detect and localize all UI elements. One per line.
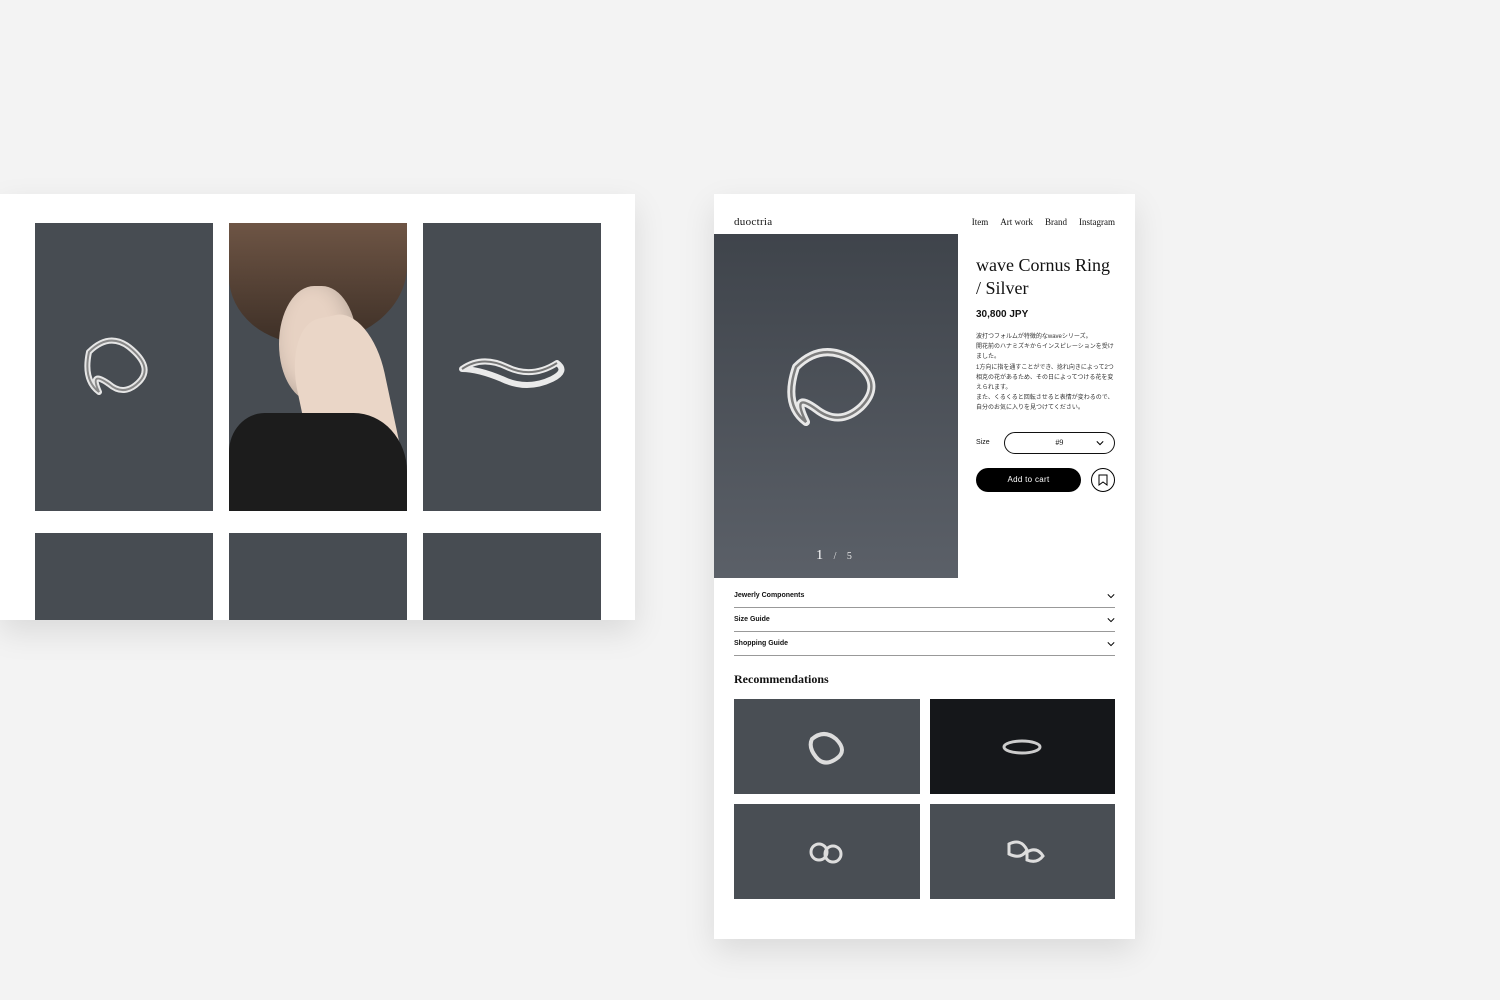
nav-instagram[interactable]: Instagram bbox=[1079, 217, 1115, 227]
ring-image bbox=[69, 322, 179, 412]
nav-artwork[interactable]: Art work bbox=[1000, 217, 1033, 227]
ring-image bbox=[997, 832, 1047, 872]
gallery-thumbnail[interactable] bbox=[35, 223, 213, 511]
chevron-down-icon bbox=[1107, 640, 1115, 648]
recommendations-section: Recommendations bbox=[714, 656, 1135, 899]
ring-image bbox=[452, 337, 572, 397]
accordion-shopping-guide[interactable]: Shopping Guide bbox=[734, 632, 1115, 656]
product-hero: 1 / 5 wave Cornus Ring / Silver 30,800 J… bbox=[714, 234, 1135, 578]
recommendation-thumbnail[interactable] bbox=[734, 804, 920, 899]
bookmark-button[interactable] bbox=[1091, 468, 1115, 492]
product-description: 波打つフォルムが特徴的なwaveシリーズ。 開花前のハナミズキからインスピレーシ… bbox=[976, 332, 1115, 414]
gallery-thumbnail[interactable] bbox=[423, 533, 601, 620]
ring-image bbox=[999, 737, 1045, 757]
chevron-down-icon bbox=[1107, 616, 1115, 624]
bookmark-icon bbox=[1098, 474, 1108, 486]
recommendations-heading: Recommendations bbox=[734, 672, 1115, 687]
ring-image bbox=[803, 832, 851, 872]
image-counter: 1 / 5 bbox=[816, 548, 856, 564]
site-header: duoctria Item Art work Brand Instagram bbox=[714, 194, 1135, 234]
recommendation-thumbnail[interactable] bbox=[930, 804, 1116, 899]
recommendation-thumbnail[interactable] bbox=[734, 699, 920, 794]
accordion-jewelry-components[interactable]: Jewerly Components bbox=[734, 584, 1115, 608]
gallery-thumbnail[interactable] bbox=[35, 533, 213, 620]
recommendation-thumbnail[interactable] bbox=[930, 699, 1116, 794]
size-value: #9 bbox=[1055, 438, 1063, 447]
gallery-thumbnail[interactable] bbox=[229, 533, 407, 620]
gallery-grid bbox=[35, 223, 600, 620]
product-price: 30,800 JPY bbox=[976, 309, 1115, 320]
size-select[interactable]: #9 bbox=[1004, 432, 1115, 454]
nav-item[interactable]: Item bbox=[972, 217, 989, 227]
accordion-size-guide[interactable]: Size Guide bbox=[734, 608, 1115, 632]
gallery-thumbnail[interactable] bbox=[423, 223, 601, 511]
ring-image bbox=[802, 725, 852, 769]
image-counter-total: 5 bbox=[847, 551, 856, 562]
nav-brand[interactable]: Brand bbox=[1045, 217, 1067, 227]
add-to-cart-button[interactable]: Add to cart bbox=[976, 468, 1081, 492]
gallery-panel bbox=[0, 194, 635, 620]
product-title: wave Cornus Ring / Silver bbox=[976, 254, 1115, 299]
size-label: Size bbox=[976, 439, 990, 446]
image-counter-current: 1 bbox=[816, 548, 827, 563]
ring-image bbox=[761, 327, 911, 457]
product-detail-panel: duoctria Item Art work Brand Instagram 1 bbox=[714, 194, 1135, 939]
chevron-down-icon bbox=[1096, 439, 1104, 447]
chevron-down-icon bbox=[1107, 592, 1115, 600]
accordion-list: Jewerly Components Size Guide Shopping G… bbox=[714, 578, 1135, 656]
brand-logo[interactable]: duoctria bbox=[734, 216, 772, 228]
product-main-image[interactable]: 1 / 5 bbox=[714, 234, 958, 578]
gallery-thumbnail[interactable] bbox=[229, 223, 407, 511]
main-nav: Item Art work Brand Instagram bbox=[972, 217, 1115, 227]
